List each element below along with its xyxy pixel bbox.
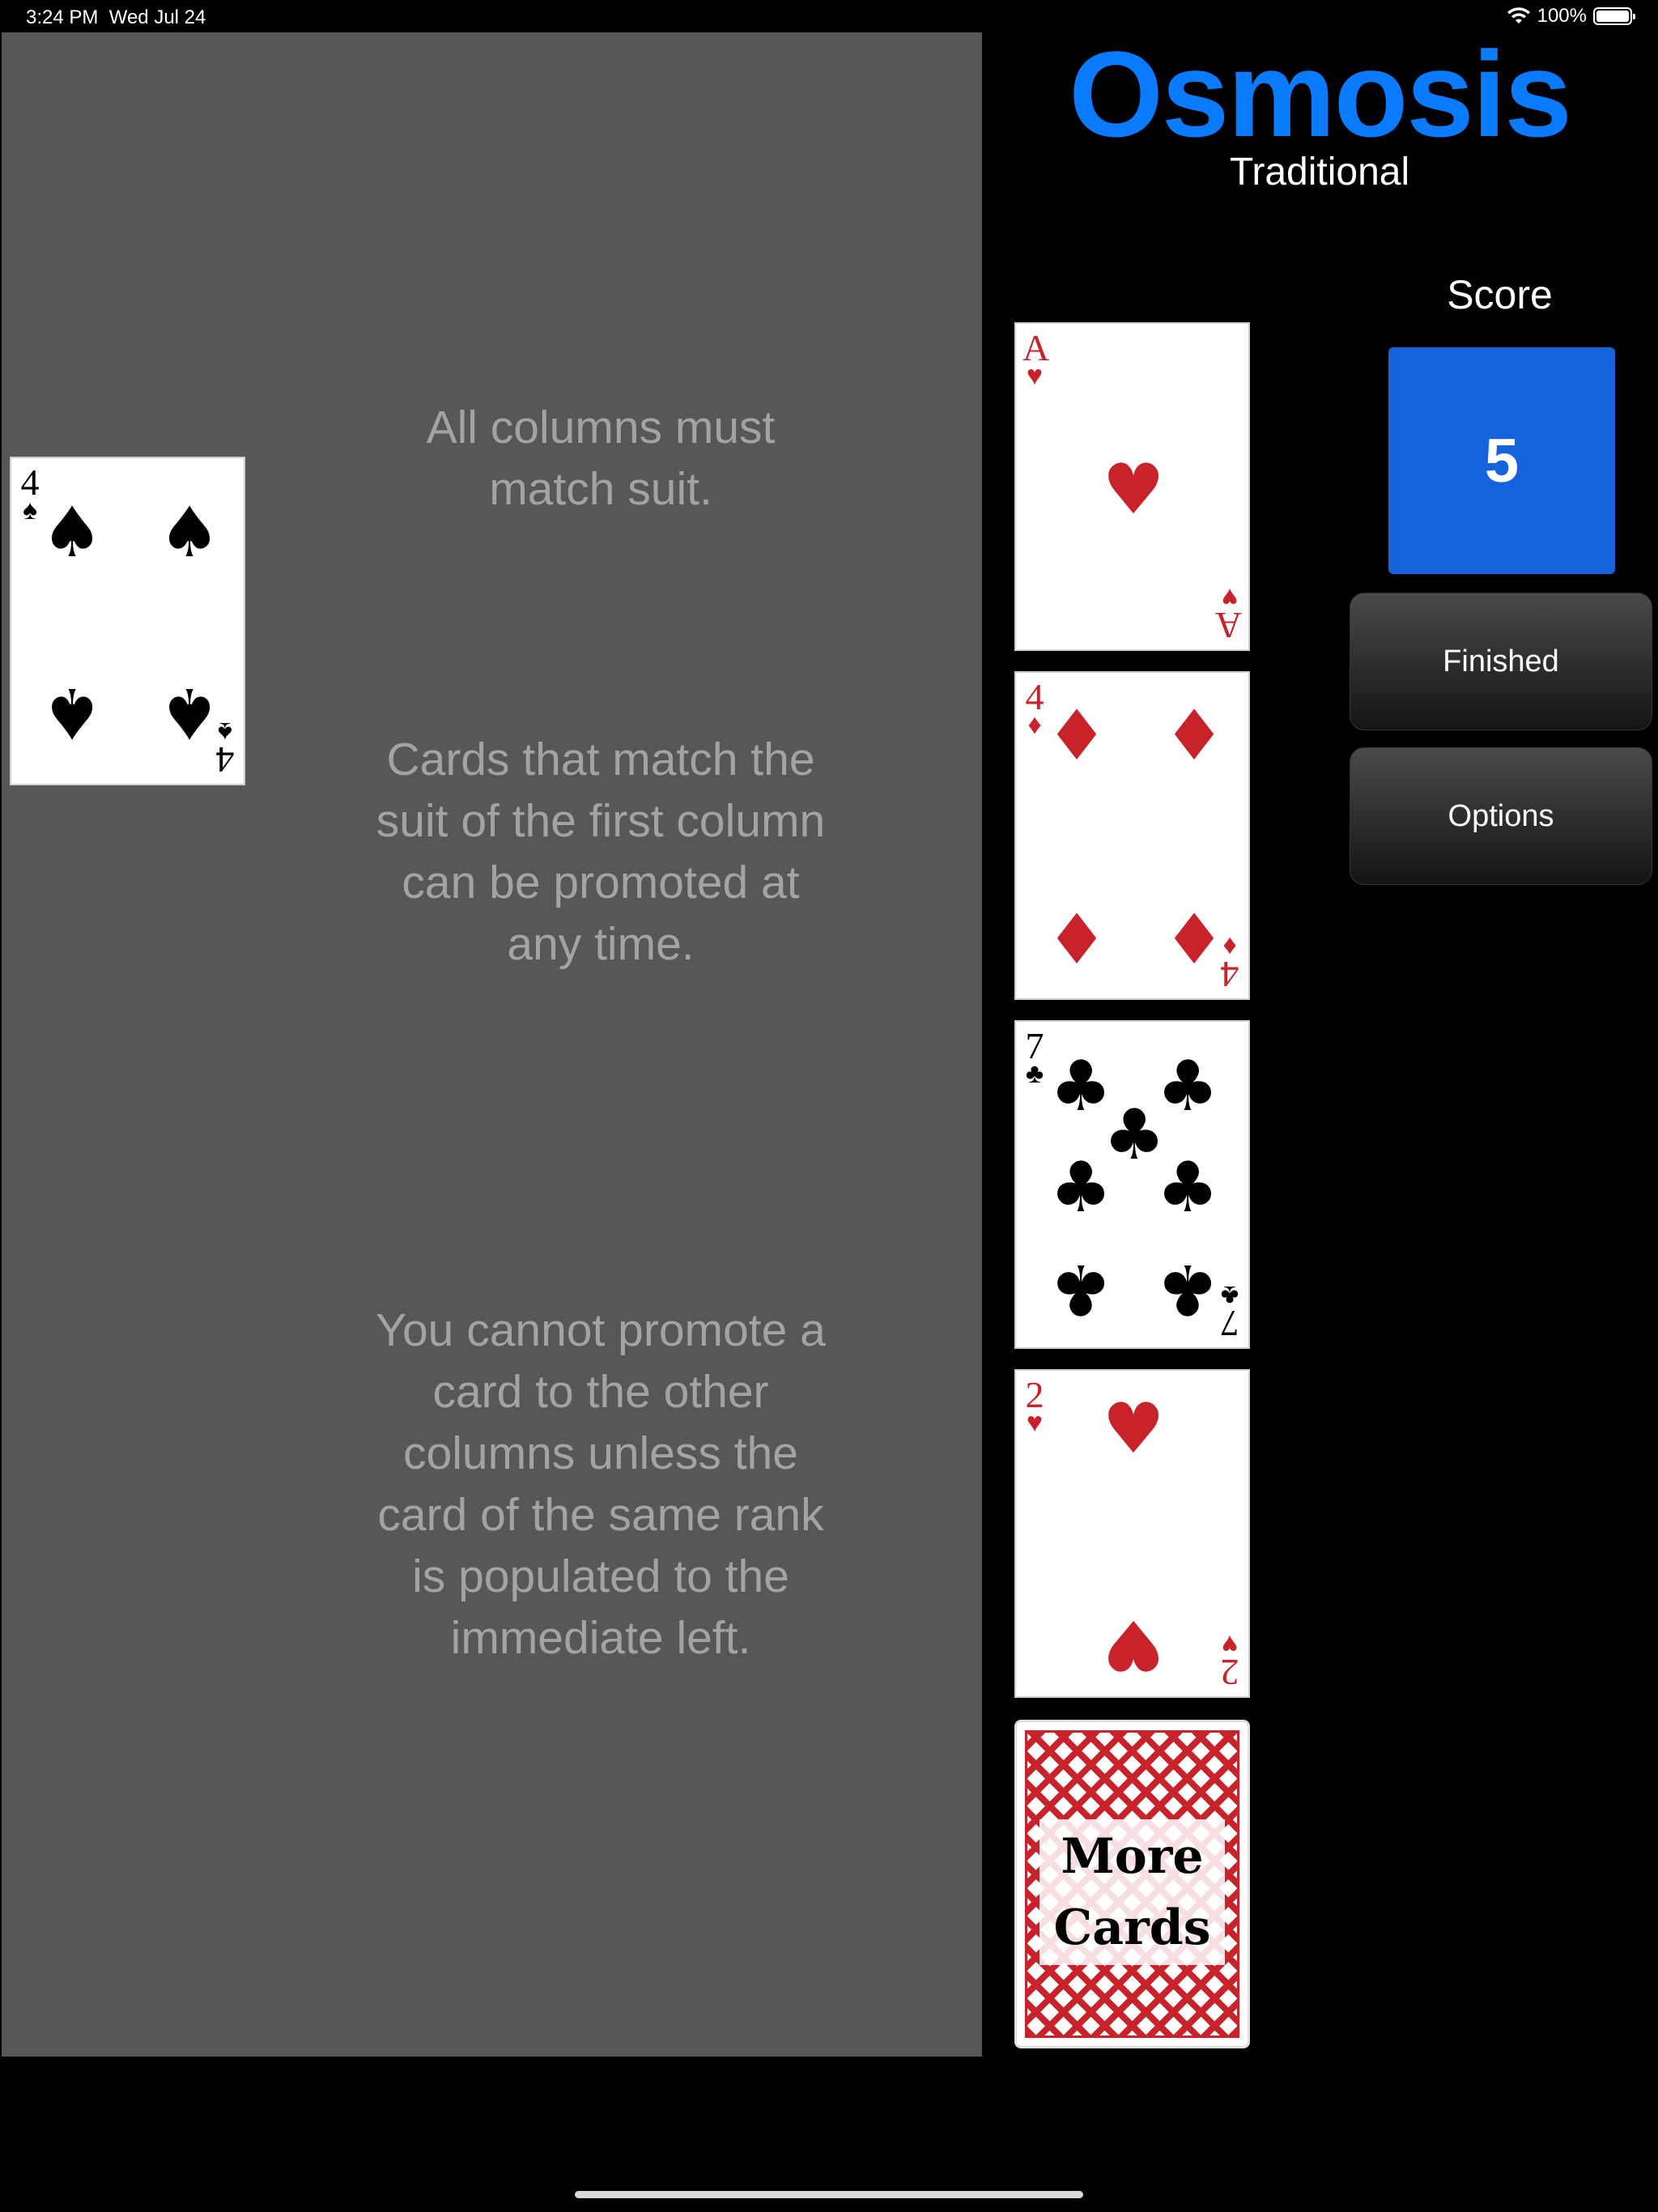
- card-pip: ♥: [1102, 1604, 1165, 1685]
- card-corner-top: 2 ♥: [1025, 1374, 1044, 1438]
- more-cards-deck[interactable]: More Cards: [1014, 1720, 1250, 2048]
- game-variant: Traditional: [1229, 151, 1410, 194]
- card-pip: ♦: [1045, 900, 1108, 981]
- card-pip: ♥: [1102, 1389, 1165, 1470]
- options-button[interactable]: Options: [1350, 747, 1652, 885]
- card-pip: ♣: [1049, 1147, 1112, 1228]
- game-title: Osmosis: [1069, 26, 1572, 162]
- card-pip: ♠: [40, 672, 104, 753]
- reserve-card-2[interactable]: 4 ♦ ♦ ♦ ♦ ♦ 4 ♦: [1014, 671, 1250, 1000]
- battery-icon: [1593, 7, 1635, 25]
- card-pip: ♦: [1045, 696, 1108, 776]
- card-corner-bottom: 4 ♠: [215, 717, 235, 781]
- finished-button[interactable]: Finished: [1350, 593, 1652, 730]
- battery-percent: 100%: [1537, 5, 1587, 27]
- reserve-card-1[interactable]: A ♥ ♥ A ♥: [1014, 322, 1250, 651]
- card-corner-top: 7 ♣: [1025, 1025, 1044, 1089]
- status-time: 3:24 PM Wed Jul 24: [26, 6, 206, 28]
- score-value: 5: [1388, 347, 1615, 574]
- score-label: Score: [1447, 272, 1553, 317]
- reserve-card-3[interactable]: 7 ♣ ♣ ♣ ♣ ♣ ♣ ♣ ♣ 7 ♣: [1014, 1020, 1250, 1349]
- card-corner-bottom: 4 ♦: [1220, 931, 1239, 995]
- card-pip: ♦: [1163, 696, 1226, 776]
- card-pip: ♠: [40, 492, 104, 573]
- card-pip: ♠: [158, 492, 221, 573]
- card-pip: ♣: [1156, 1249, 1219, 1329]
- card-pip: ♣: [1156, 1147, 1219, 1228]
- wifi-icon: [1507, 7, 1530, 23]
- more-cards-label: More Cards: [1039, 1819, 1225, 1965]
- hint-text-rank: You cannot promote a card to the other c…: [376, 1304, 826, 1664]
- card-corner-bottom: A ♥: [1214, 582, 1242, 646]
- card-pip: ♣: [1049, 1249, 1112, 1329]
- hint-text-suit: All columns must match suit.: [426, 402, 776, 515]
- card-corner-top: A ♥: [1022, 327, 1050, 391]
- reserve-card-4[interactable]: 2 ♥ ♥ ♥ 2 ♥: [1014, 1369, 1250, 1698]
- home-indicator[interactable]: [575, 2191, 1083, 2198]
- playing-card-board[interactable]: 4 ♠ ♠ ♠ ♠ ♠ 4 ♠: [10, 457, 245, 785]
- card-pip: ♥: [1102, 449, 1165, 530]
- card-corner-bottom: 2 ♥: [1220, 1629, 1239, 1693]
- card-corner-bottom: 7 ♣: [1220, 1280, 1239, 1344]
- hint-text-promote: Cards that match the suit of the first c…: [376, 734, 826, 970]
- play-area[interactable]: All columns must match suit. Cards that …: [2, 32, 982, 2057]
- status-right: 100%: [1507, 5, 1635, 28]
